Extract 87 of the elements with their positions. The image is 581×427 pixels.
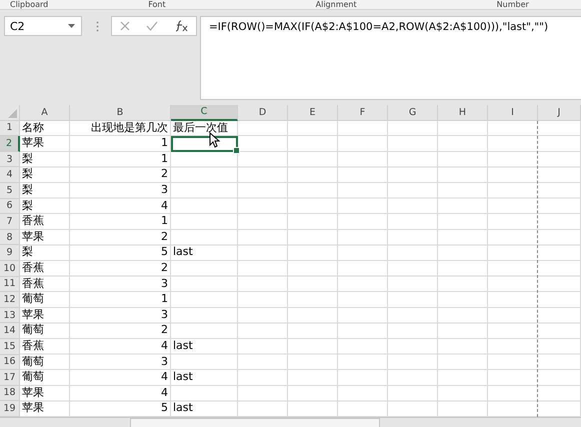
table-cell-text: 苹果: [21, 308, 45, 323]
table-cell-text: last: [172, 245, 194, 260]
table-cell-text: last: [172, 401, 194, 416]
row-header[interactable]: 9: [0, 245, 20, 261]
table-cell-text: 苹果: [21, 136, 45, 152]
row-header[interactable]: 19: [0, 401, 20, 417]
table-cell-text: 最后一次值: [172, 120, 229, 136]
table-cell-text: 名称: [21, 120, 45, 136]
row-header[interactable]: 15: [0, 338, 20, 354]
table-cell-text: 2: [160, 230, 169, 245]
row-header[interactable]: 12: [0, 292, 20, 308]
table-cell-text: 3: [160, 276, 169, 292]
table-cell-text: 葡萄: [21, 323, 45, 338]
table-cell-text: 2: [160, 260, 169, 276]
function-icon[interactable]: [174, 20, 188, 32]
table-cell-text: last: [172, 370, 194, 386]
row-header[interactable]: 18: [0, 386, 20, 402]
row-header[interactable]: 4: [0, 167, 20, 183]
table-cell-text: 香蕉: [21, 260, 45, 276]
row-header[interactable]: 7: [0, 214, 20, 230]
table-cell-text: 葡萄: [21, 292, 45, 308]
row-header[interactable]: 2: [0, 136, 20, 152]
column-header[interactable]: G: [388, 105, 438, 121]
column-header[interactable]: C: [171, 105, 238, 121]
triangle-icon: [8, 108, 17, 118]
table-cell-text: 2: [160, 167, 169, 182]
table-cell-text: 4: [160, 338, 169, 354]
table-cell-text: 苹果: [21, 386, 45, 401]
table-cell-text: 葡萄: [21, 370, 45, 386]
column-header[interactable]: J: [538, 105, 581, 121]
select-all-corner[interactable]: [0, 105, 20, 121]
check-icon[interactable]: [146, 21, 158, 31]
row-header[interactable]: 5: [0, 182, 20, 199]
table-cell-text: 2: [160, 323, 169, 338]
table-cell-text: 梨: [21, 245, 34, 260]
table-cell-text: 4: [160, 386, 169, 401]
table-cell-text: 梨: [21, 167, 34, 182]
row-header[interactable]: 1: [0, 120, 20, 136]
name-box[interactable]: C2: [4, 16, 82, 36]
column-header[interactable]: A: [20, 105, 70, 121]
table-cell-text: 1: [160, 214, 169, 230]
ribbon-group-label: Number: [496, 0, 529, 9]
ribbon-group-label: Font: [148, 0, 166, 9]
table-cell-text: 3: [160, 182, 169, 198]
table-cell-text: 香蕉: [21, 338, 45, 354]
table-cell-text: last: [172, 338, 194, 354]
table-cell-text: 1: [160, 292, 169, 308]
table-cell-text: 4: [160, 198, 169, 214]
formula-input-field[interactable]: =IF(ROW()=MAX(IF(A$2:A$100=A2,ROW(A$2:A$100))),"last",""): [200, 16, 581, 100]
row-header[interactable]: 13: [0, 308, 20, 324]
table-cell-text: 香蕉: [21, 276, 45, 292]
table-cell-text: 苹果: [21, 401, 45, 416]
table-cell-text: 香蕉: [21, 214, 45, 230]
horizontal-scrollbar[interactable]: [130, 418, 380, 427]
row-header[interactable]: 8: [0, 230, 20, 246]
column-header[interactable]: D: [238, 105, 288, 121]
ribbon-group-label: Alignment: [316, 0, 357, 9]
table-cell-text: 5: [160, 401, 169, 416]
column-header[interactable]: E: [288, 105, 338, 121]
table-cell-text: 梨: [21, 182, 34, 198]
row-header[interactable]: 3: [0, 152, 20, 168]
row-header[interactable]: 10: [0, 260, 20, 277]
dropdown-caret-icon: [68, 24, 75, 28]
table-cell-text: 梨: [21, 198, 34, 214]
table-cell-text: 3: [160, 308, 169, 323]
table-cell-text: 梨: [21, 152, 34, 167]
table-cell-text: 葡萄: [21, 354, 45, 370]
row-header[interactable]: 11: [0, 276, 20, 292]
drag-handle-icon[interactable]: [96, 21, 99, 32]
table-cell-text: 1: [160, 136, 169, 152]
row-header[interactable]: 14: [0, 323, 20, 339]
row-header[interactable]: 16: [0, 354, 20, 370]
row-header[interactable]: 6: [0, 198, 20, 214]
column-header[interactable]: B: [70, 105, 171, 121]
column-header[interactable]: H: [438, 105, 488, 121]
table-cell-text: 5: [160, 245, 169, 260]
ribbon-group-label: Clipboard: [10, 0, 48, 9]
cancel-icon[interactable]: [120, 21, 130, 31]
mouse-cursor-icon: [209, 132, 221, 148]
table-cell-text: 3: [160, 354, 169, 370]
table-cell-text: 苹果: [21, 230, 45, 245]
row-header[interactable]: 17: [0, 370, 20, 386]
table-cell-text: 4: [160, 370, 169, 386]
column-header[interactable]: F: [338, 105, 388, 121]
column-header[interactable]: I: [488, 105, 538, 121]
table-cell-text: 1: [160, 152, 169, 167]
table-cell-text: 出现地是第几次: [90, 120, 169, 136]
